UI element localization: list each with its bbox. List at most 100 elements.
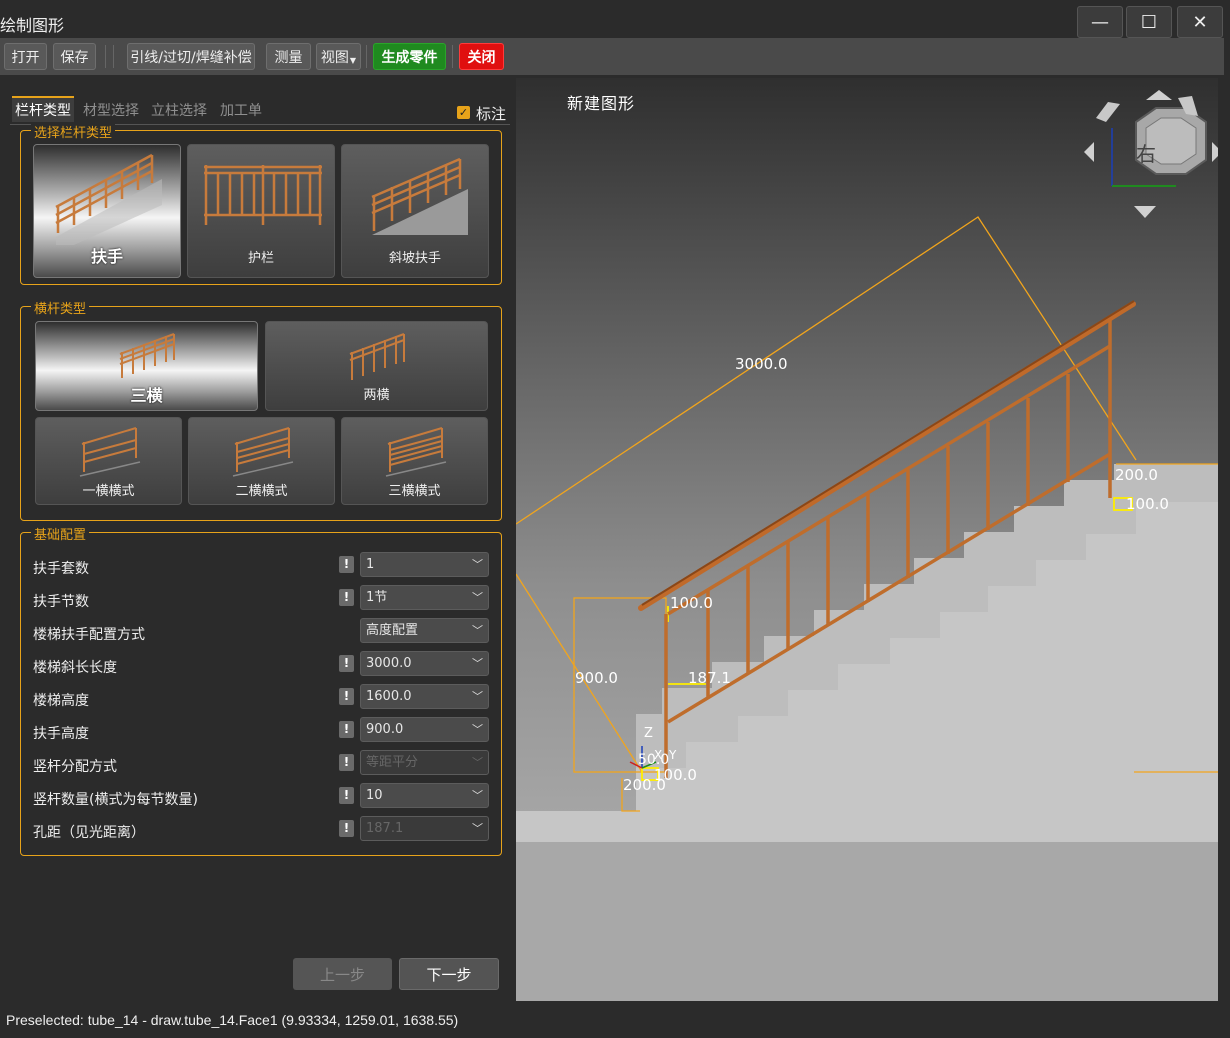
tab-material[interactable]: 材型选择 [83,100,139,120]
stair-height-select[interactable]: 1600.0 ﹀ [360,684,489,709]
slope-length-select[interactable]: 3000.0 ﹀ [360,651,489,676]
toolbar: 打开 保存 引线/过切/焊缝补偿 测量 视图 ▼ 生成零件 关闭 [0,38,1224,75]
select-value: 高度配置 [366,623,419,638]
lead-cut-weld-button[interactable]: 引线/过切/焊缝补偿 [127,43,255,70]
close-window-button[interactable]: ✕ [1177,6,1223,38]
railing-option-handrail[interactable]: 扶手 [33,144,181,278]
rail-type-group: 横杆类型 三横 两横 一横横式 二横横式 三横横式 [20,298,502,521]
chevron-down-icon: ﹀ [472,789,483,802]
rail-option-one-horizontal[interactable]: 一横横式 [35,417,182,505]
axis-label-x: X [654,748,663,762]
rail-option-three[interactable]: 三横 [35,321,258,411]
status-text: Preselected: tube_14 - draw.tube_14.Face… [6,1012,459,1028]
handrail-sections-select[interactable]: 1节 ﹀ [360,585,489,610]
railing-type-title: 选择栏杆类型 [31,122,116,141]
warning-icon: ! [339,787,354,804]
config-label-handrail-sets: 扶手套数 [33,561,89,577]
warning-icon: ! [339,556,354,573]
tab-work-order[interactable]: 加工单 [220,100,262,120]
chevron-down-icon: ﹀ [472,822,483,835]
config-label-baluster-distribution: 竖杆分配方式 [33,759,117,775]
two-horizontal-thumbnail-icon [232,427,294,477]
title-bar: 绘制图形 — ☐ ✕ [0,0,1230,38]
label-toggle-text: 标注 [476,105,507,123]
minimize-button[interactable]: — [1077,6,1123,38]
two-rail-thumbnail-icon [349,333,405,380]
config-label-handrail-height: 扶手高度 [33,726,89,742]
dimension-label: 100.0 [1126,495,1169,513]
railing-option-label: 斜坡扶手 [388,251,441,266]
axis-label-y: Y [669,748,677,762]
dimension-label: 100.0 [670,594,713,612]
config-label-config-mode: 楼梯扶手配置方式 [33,627,145,643]
config-label-baluster-count: 竖杆数量(横式为每节数量) [33,792,198,808]
dimension-label: 200.0 [623,776,666,794]
select-value: 等距平分 [366,755,419,770]
rail-option-label: 三横横式 [388,484,441,499]
prev-step-button[interactable]: 上一步 [293,958,392,990]
select-value: 900.0 [366,722,404,737]
railing-option-label: 扶手 [90,247,123,266]
toolbar-separator [452,45,453,68]
maximize-button[interactable]: ☐ [1126,6,1172,38]
dimension-label: 187.1 [688,669,731,687]
select-value: 1 [366,557,375,572]
close-button[interactable]: 关闭 [459,43,504,70]
one-horizontal-thumbnail-icon [79,427,141,477]
next-step-button[interactable]: 下一步 [399,958,499,990]
close-icon: ✕ [1192,11,1208,33]
basic-config-title: 基础配置 [31,524,90,543]
dimension-label: 200.0 [1115,466,1158,484]
config-label-hole-spacing: 孔距（见光距离） [33,825,145,841]
three-horizontal-thumbnail-icon [385,427,447,477]
generate-parts-button[interactable]: 生成零件 [373,43,446,70]
railing-option-guardrail[interactable]: 护栏 [187,144,335,278]
chevron-down-icon: ﹀ [472,756,483,769]
railing-type-group: 选择栏杆类型 扶手 护栏 斜坡扶手 [20,122,502,285]
stair-railing-scene[interactable] [516,78,1218,1001]
window-title: 绘制图形 [0,16,65,35]
label-checkbox[interactable]: ✓ [457,106,470,119]
rail-option-two-horizontal[interactable]: 二横横式 [188,417,335,505]
chevron-down-icon: ﹀ [472,591,483,604]
warning-icon: ! [339,589,354,606]
rail-type-title: 横杆类型 [31,298,90,317]
view-dropdown-button[interactable]: 视图 ▼ [316,43,361,70]
config-mode-select[interactable]: 高度配置 ﹀ [360,618,489,643]
warning-icon: ! [339,688,354,705]
hole-spacing-select: 187.1 ﹀ [360,816,489,841]
config-label-stair-height: 楼梯高度 [33,693,89,709]
dropdown-arrow-icon: ▼ [349,56,357,65]
viewport-3d[interactable]: 3000.0 200.0 100.0 100.0 900.0 187.1 50.… [516,78,1218,1001]
warning-icon: ! [339,721,354,738]
measure-button[interactable]: 测量 [266,43,311,70]
railing-option-ramp-handrail[interactable]: 斜坡扶手 [341,144,489,278]
minimize-icon: — [1091,11,1109,33]
rail-option-label: 二横横式 [235,484,288,499]
tab-railing-type[interactable]: 栏杆类型 [12,96,74,122]
select-value: 187.1 [366,821,404,836]
save-button[interactable]: 保存 [53,43,96,70]
rail-option-label: 三横 [130,386,163,405]
warning-icon: ! [339,655,354,672]
left-panel: 栏杆类型 材型选择 立柱选择 加工单 ✓ 标注 选择栏杆类型 扶手 护栏 斜坡扶… [0,78,516,1003]
chevron-down-icon: ﹀ [472,624,483,637]
rail-option-label: 两横 [363,388,390,403]
select-value: 10 [366,788,383,803]
config-label-handrail-sections: 扶手节数 [33,594,89,610]
open-button[interactable]: 打开 [4,43,47,70]
handrail-sets-select[interactable]: 1 ﹀ [360,552,489,577]
warning-icon: ! [339,820,354,837]
toolbar-separator [105,45,106,68]
rail-option-three-horizontal[interactable]: 三横横式 [341,417,488,505]
tab-post[interactable]: 立柱选择 [151,100,207,120]
view-label: 视图 [320,49,349,66]
nav-cube-face-label: 右 [1136,142,1156,166]
dimension-label: 3000.0 [735,355,788,373]
select-value: 1节 [366,590,388,605]
handrail-height-select[interactable]: 900.0 ﹀ [360,717,489,742]
chevron-down-icon: ﹀ [472,558,483,571]
rail-option-two[interactable]: 两横 [265,321,488,411]
baluster-count-select[interactable]: 10 ﹀ [360,783,489,808]
config-label-slope-length: 楼梯斜长长度 [33,660,117,676]
